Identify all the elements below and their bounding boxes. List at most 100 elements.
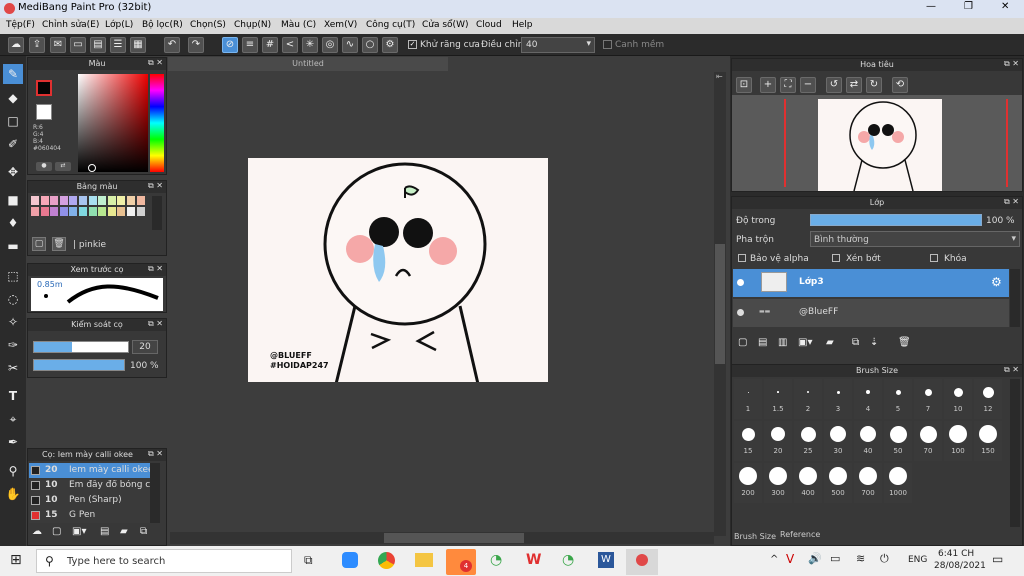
hue-slider[interactable]: [150, 74, 164, 172]
bucket-tool-icon[interactable]: ♦: [3, 213, 23, 233]
antialias-checkbox[interactable]: ✓: [408, 40, 417, 49]
new-layer-icon[interactable]: ▢: [738, 337, 747, 348]
menu-window[interactable]: Cửa sổ(W): [422, 20, 468, 30]
folder-icon[interactable]: ▰: [120, 526, 128, 537]
brush-list-scrollbar[interactable]: [150, 463, 160, 523]
panel-controls-icon[interactable]: ⧉ ✕: [1004, 365, 1019, 375]
snap-off-icon[interactable]: ⊘: [222, 37, 238, 53]
brush-size-cell[interactable]: 150: [974, 421, 1002, 461]
brush-size-cell[interactable]: 300: [764, 463, 792, 503]
palette-swatch[interactable]: [107, 196, 116, 205]
new-palette-icon[interactable]: ▢: [32, 237, 46, 251]
brush-size-cell[interactable]: 4: [854, 379, 882, 419]
collapse-panel-icon[interactable]: ⇤: [716, 72, 723, 81]
panel-controls-icon[interactable]: ⧉ ✕: [148, 58, 163, 68]
hand-tool-icon[interactable]: ✋: [3, 484, 23, 504]
brush-size-scrollbar[interactable]: [1010, 379, 1020, 527]
menu-view[interactable]: Xem(V): [324, 20, 357, 30]
new-halftone-layer-icon[interactable]: ▤: [758, 337, 767, 348]
menu-help[interactable]: Help: [512, 20, 533, 30]
brush-size-cell[interactable]: 700: [854, 463, 882, 503]
merge-layer-icon[interactable]: ⇣: [870, 337, 878, 348]
file-explorer-icon[interactable]: [415, 553, 433, 567]
swap-color-icon[interactable]: ⇄: [55, 162, 71, 171]
panel-controls-icon[interactable]: ⧉ ✕: [1004, 197, 1019, 207]
menu-select[interactable]: Chọn(S): [190, 20, 226, 30]
tab-reference[interactable]: Reference: [780, 530, 820, 539]
transparent-swatch[interactable]: [36, 104, 52, 120]
panel-controls-icon[interactable]: ⧉ ✕: [1004, 59, 1019, 69]
brush-item[interactable]: 10 Em đây đổ bóng cu: [29, 478, 159, 493]
palette-swatch[interactable]: [88, 196, 97, 205]
wifi-icon[interactable]: ≋: [856, 552, 865, 565]
palette-swatch[interactable]: [40, 207, 49, 216]
notification-center-icon[interactable]: ▭: [992, 552, 1003, 566]
brush-item[interactable]: 15 G Pen: [29, 508, 159, 523]
select-tool-icon[interactable]: ⬚: [3, 266, 23, 286]
language-indicator[interactable]: ENG: [908, 555, 927, 565]
brush-size-cell[interactable]: 50: [884, 421, 912, 461]
power-icon[interactable]: ⏻: [880, 552, 889, 566]
tray-chevron-icon[interactable]: ^: [770, 554, 778, 565]
comment-icon[interactable]: ✉: [50, 37, 66, 53]
coccoc-2-icon[interactable]: ◔: [562, 552, 574, 568]
zoom-fit-icon[interactable]: ⊡: [736, 77, 752, 93]
redo-icon[interactable]: ↷: [188, 37, 204, 53]
add-brush-menu-icon[interactable]: ▣▾: [72, 526, 86, 537]
blend-mode-select[interactable]: Bình thường ▾: [810, 231, 1020, 247]
brush-size-cell[interactable]: 20: [764, 421, 792, 461]
brush-size-cell[interactable]: 12: [974, 379, 1002, 419]
layer-opacity-slider[interactable]: [810, 214, 982, 226]
layer-row-selected[interactable]: Lớp3 ⚙: [733, 269, 1009, 297]
snap-checkbox[interactable]: [603, 40, 612, 49]
dot-tool-icon[interactable]: □: [3, 111, 23, 131]
palette-swatch[interactable]: [98, 196, 107, 205]
magic-wand-icon[interactable]: ✧: [3, 312, 23, 332]
word-icon[interactable]: W: [598, 552, 614, 568]
select-eraser-icon[interactable]: ✂: [3, 358, 23, 378]
brush-size-cell[interactable]: 40: [854, 421, 882, 461]
operation-tool-icon[interactable]: ⌖: [3, 409, 23, 429]
palette-swatch[interactable]: [40, 196, 49, 205]
task-view-icon[interactable]: ⧉: [304, 553, 313, 568]
minimize-button[interactable]: —: [926, 1, 936, 12]
coccoc-icon[interactable]: ◔: [490, 552, 502, 568]
search-input[interactable]: Type here to search: [67, 556, 165, 567]
brush-size-cell[interactable]: 25: [794, 421, 822, 461]
palette-swatch[interactable]: [136, 196, 145, 205]
zoom-out-icon[interactable]: −: [800, 77, 816, 93]
pen-tool-icon[interactable]: ✐: [3, 134, 23, 154]
duplicate-layer-icon[interactable]: ⧉: [852, 337, 859, 348]
menu-cloud[interactable]: Cloud: [476, 20, 502, 30]
palette-swatch[interactable]: [31, 207, 39, 216]
select-pen-icon[interactable]: ✑: [3, 335, 23, 355]
palette-scrollbar[interactable]: [152, 196, 162, 230]
size-value[interactable]: 20: [132, 340, 158, 354]
menu-capture[interactable]: Chụp(N): [234, 20, 271, 30]
palette-swatch[interactable]: [50, 196, 59, 205]
new-8bit-layer-icon[interactable]: ▥: [778, 337, 787, 348]
menu-edit[interactable]: Chỉnh sửa(E): [42, 20, 99, 30]
menu-tools[interactable]: Công cụ(T): [366, 20, 415, 30]
brush-size-cell[interactable]: 400: [794, 463, 822, 503]
eyedropper-tool-icon[interactable]: ⚲: [3, 461, 23, 481]
brush-size-cell[interactable]: 1.5: [764, 379, 792, 419]
layer-folder-icon[interactable]: ▰: [826, 337, 834, 348]
radial-snap-icon[interactable]: ✳: [302, 37, 318, 53]
antivirus-icon[interactable]: V: [786, 552, 794, 566]
clock-date[interactable]: 28/08/2021: [934, 561, 986, 571]
document-icon[interactable]: ▤: [90, 37, 106, 53]
palette-swatch[interactable]: [127, 207, 135, 216]
layer-settings-icon[interactable]: ⚙: [991, 275, 1002, 289]
brush-size-cell[interactable]: 100: [944, 421, 972, 461]
opacity-slider[interactable]: [33, 359, 125, 371]
reset-view-icon[interactable]: ⟲: [892, 77, 908, 93]
palette-swatch[interactable]: [98, 207, 107, 216]
duplicate-icon[interactable]: ⧉: [140, 526, 147, 537]
wps-icon[interactable]: W: [526, 552, 541, 568]
palette-swatch[interactable]: [31, 196, 39, 205]
move-tool-icon[interactable]: ✥: [3, 162, 23, 182]
artboard[interactable]: @BLUEFF #HOIDAP247: [248, 158, 548, 382]
menu-filter[interactable]: Bộ lọc(R): [142, 20, 183, 30]
grid-icon[interactable]: ▦: [130, 37, 146, 53]
